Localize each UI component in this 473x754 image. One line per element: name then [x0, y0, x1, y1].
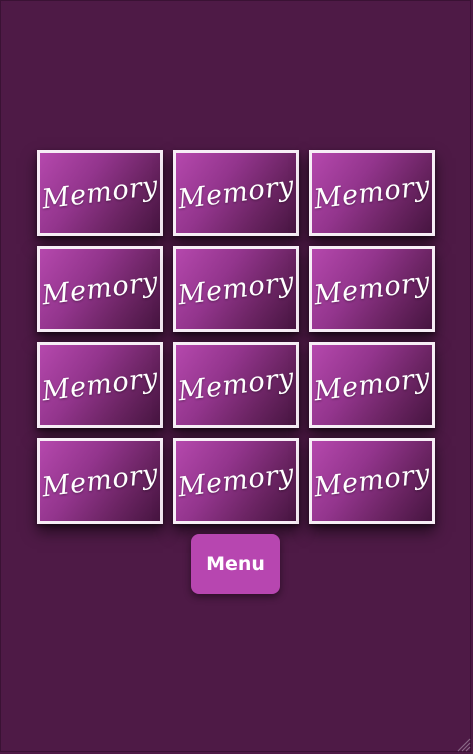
game-window: { "game": { "cards": [ {"label": "Memory… — [0, 0, 473, 754]
card-7[interactable]: Memory — [37, 342, 163, 428]
card-6[interactable]: Memory — [309, 246, 435, 332]
card-9[interactable]: Memory — [309, 342, 435, 428]
card-label: Memory — [176, 362, 296, 408]
card-label: Memory — [176, 458, 296, 504]
card-12[interactable]: Memory — [309, 438, 435, 524]
resize-grip-icon[interactable] — [455, 736, 471, 752]
card-label: Memory — [176, 266, 296, 312]
card-5[interactable]: Memory — [173, 246, 299, 332]
card-grid: Memory Memory Memory Memory Memory Memor… — [37, 150, 435, 524]
card-label: Memory — [312, 266, 432, 312]
card-10[interactable]: Memory — [37, 438, 163, 524]
card-4[interactable]: Memory — [37, 246, 163, 332]
card-label: Memory — [312, 170, 432, 216]
card-label: Memory — [312, 458, 432, 504]
card-1[interactable]: Memory — [37, 150, 163, 236]
card-label: Memory — [176, 170, 296, 216]
menu-button-label: Menu — [206, 553, 265, 575]
card-label: Memory — [40, 170, 160, 216]
card-3[interactable]: Memory — [309, 150, 435, 236]
card-label: Memory — [40, 458, 160, 504]
menu-button[interactable]: Menu — [191, 534, 280, 594]
card-8[interactable]: Memory — [173, 342, 299, 428]
card-label: Memory — [312, 362, 432, 408]
card-label: Memory — [40, 362, 160, 408]
card-11[interactable]: Memory — [173, 438, 299, 524]
card-2[interactable]: Memory — [173, 150, 299, 236]
card-label: Memory — [40, 266, 160, 312]
